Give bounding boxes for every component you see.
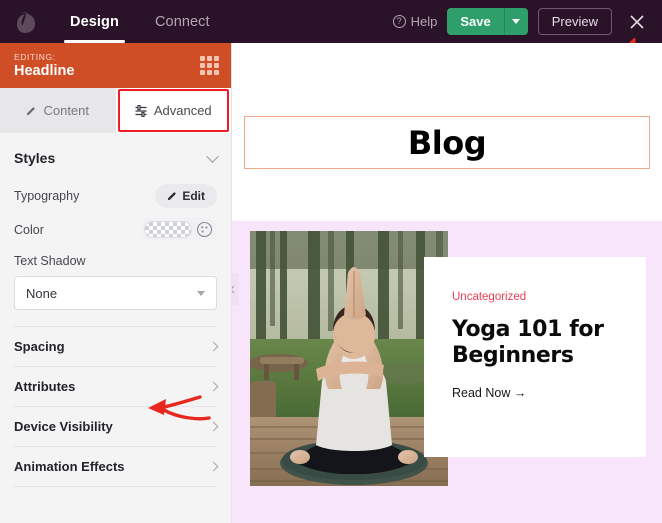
palette-icon[interactable] [196, 221, 213, 238]
help-label: Help [410, 14, 438, 29]
tab-design-label: Design [70, 13, 119, 30]
tab-design[interactable]: Design [52, 0, 137, 43]
chevron-right-icon [208, 381, 219, 392]
nav-tabs: Design Connect [52, 0, 228, 43]
post-text-card: Uncategorized Yoga 101 for Beginners Rea… [424, 257, 646, 457]
animation-effects-label: Animation Effects [14, 459, 125, 474]
color-picker-control[interactable] [141, 218, 217, 241]
color-label: Color [14, 222, 44, 237]
sidebar-item-attributes[interactable]: Attributes [14, 367, 219, 407]
post-category[interactable]: Uncategorized [452, 291, 646, 303]
device-visibility-label: Device Visibility [14, 419, 113, 434]
text-shadow-label: Text Shadow [14, 254, 86, 268]
sidebar-panel: Styles Typography Edit Color Text Shadow… [0, 133, 231, 487]
sidebar-item-animation-effects[interactable]: Animation Effects [14, 447, 219, 487]
attributes-label: Attributes [14, 379, 76, 394]
preview-canvas: Blog Uncategorized Yoga 101 for Beginner… [232, 43, 662, 523]
editing-eyebrow: EDITING: [14, 52, 56, 62]
sliders-icon [135, 104, 147, 117]
pencil-icon [27, 106, 36, 115]
editing-header: EDITING: Headline [0, 43, 231, 88]
typography-edit-button[interactable]: Edit [155, 184, 217, 208]
top-bar-actions: ? Help Save Preview [392, 8, 662, 35]
chevron-down-icon [512, 19, 521, 24]
tab-connect[interactable]: Connect [137, 0, 228, 43]
post-image [250, 231, 448, 486]
editing-element-name: Headline [14, 63, 75, 79]
chevron-right-icon [208, 421, 219, 432]
text-shadow-select[interactable]: None [14, 276, 217, 310]
preview-label: Preview [551, 14, 598, 29]
canvas-heading-area: Blog [232, 43, 662, 221]
pencil-icon [168, 192, 177, 201]
typography-row: Typography Edit [14, 179, 217, 213]
save-button[interactable]: Save [447, 8, 504, 35]
top-bar: Design Connect ? Help Save Preview [0, 0, 662, 43]
post-read-more-link[interactable]: Read Now → [452, 386, 646, 400]
tab-advanced-label: Advanced [153, 103, 212, 118]
chevron-left-icon [232, 285, 237, 293]
woman-doing-yoga-outdoors-photo [250, 231, 448, 486]
chevron-down-icon [206, 150, 219, 163]
preview-button[interactable]: Preview [537, 8, 612, 35]
styles-section-header[interactable]: Styles [14, 133, 219, 179]
app-logo[interactable] [0, 9, 52, 35]
help-button[interactable]: ? Help [392, 14, 438, 29]
tab-connect-label: Connect [154, 13, 210, 30]
text-shadow-value: None [26, 285, 58, 301]
drag-dots-icon[interactable] [200, 56, 219, 75]
close-icon [630, 14, 644, 29]
sidebar-item-device-visibility[interactable]: Device Visibility [14, 407, 219, 447]
question-circle-icon: ? [392, 15, 406, 28]
leaf-logo-icon [17, 11, 35, 33]
headline-block[interactable]: Blog [244, 116, 650, 169]
tab-content[interactable]: Content [0, 88, 116, 133]
typography-label: Typography [14, 189, 80, 203]
tab-advanced[interactable]: Advanced [115, 88, 231, 133]
sidebar-tabs: Content Advanced [0, 88, 231, 133]
color-swatch[interactable] [144, 221, 192, 238]
chevron-right-icon [208, 461, 219, 472]
chevron-down-icon [197, 290, 205, 296]
spacing-label: Spacing [14, 339, 65, 354]
save-button-group: Save [447, 8, 528, 35]
save-label: Save [460, 14, 491, 29]
canvas-posts-area: Uncategorized Yoga 101 for Beginners Rea… [232, 221, 662, 523]
save-dropdown-button[interactable] [503, 8, 528, 35]
color-row: Color [14, 213, 217, 246]
page-title: Blog [407, 123, 487, 162]
canvas-collapse-handle[interactable] [232, 273, 239, 305]
sidebar: EDITING: Headline Content Advanced Style… [0, 43, 232, 523]
chevron-right-icon [208, 341, 219, 352]
close-button[interactable] [624, 9, 650, 35]
typography-edit-label: Edit [182, 189, 205, 203]
tab-content-label: Content [43, 103, 90, 118]
sidebar-item-spacing[interactable]: Spacing [14, 327, 219, 367]
text-shadow-group: Text Shadow None [14, 246, 217, 310]
styles-title: Styles [14, 150, 56, 166]
post-title[interactable]: Yoga 101 for Beginners [452, 317, 646, 368]
